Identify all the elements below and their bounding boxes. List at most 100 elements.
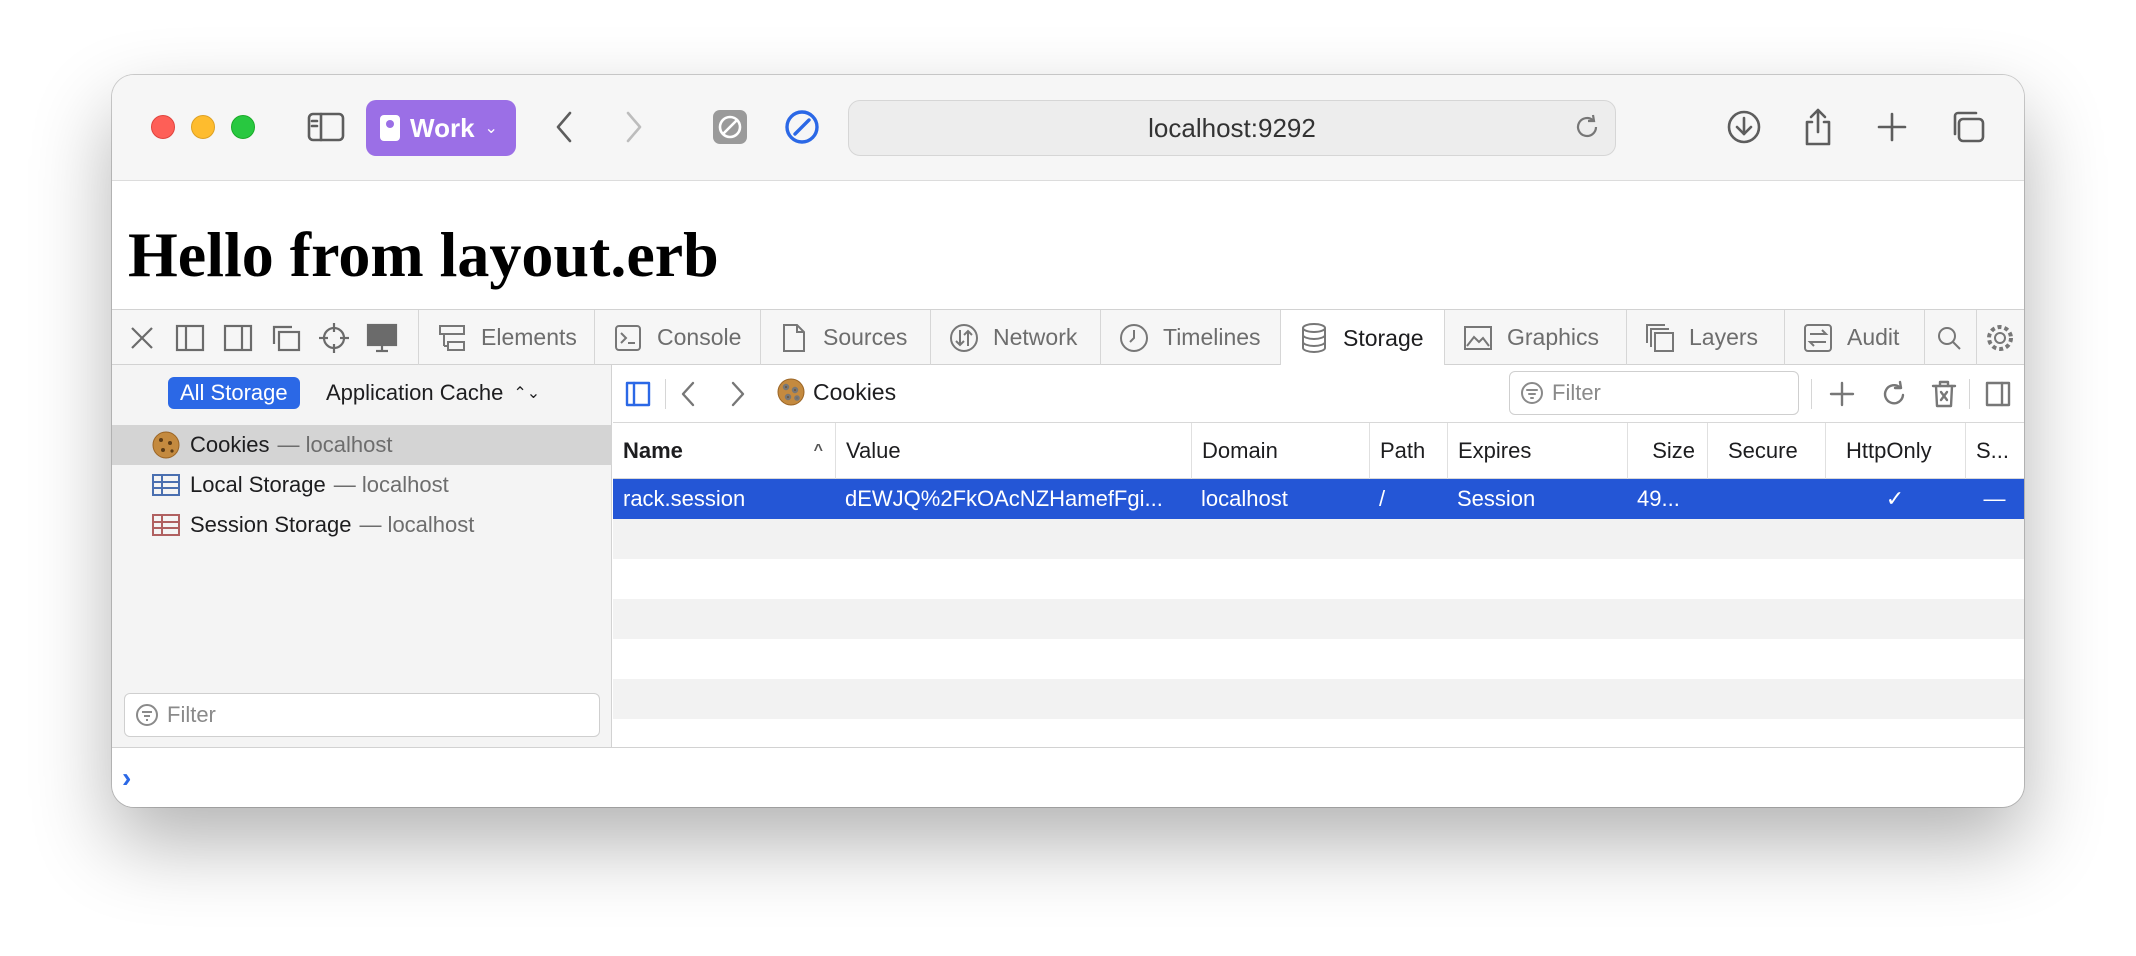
column-header-secure[interactable]: Secure bbox=[1707, 423, 1825, 479]
column-header-httponly[interactable]: HttpOnly bbox=[1825, 423, 1965, 479]
table-icon bbox=[152, 511, 180, 539]
elements-icon bbox=[437, 323, 467, 353]
breadcrumb[interactable]: Cookies bbox=[777, 378, 896, 406]
cell-expires: Session bbox=[1457, 486, 1536, 511]
chevron-updown-icon: ⌃⌄ bbox=[513, 385, 541, 402]
audit-icon bbox=[1803, 323, 1833, 353]
cookie-icon bbox=[152, 431, 180, 459]
profile-button[interactable]: Work ⌄ bbox=[366, 100, 516, 156]
tab-graphics[interactable]: Graphics bbox=[1444, 310, 1626, 365]
download-icon[interactable] bbox=[1722, 107, 1766, 147]
devtools-tab-bar: Elements Console Sources Network Timelin… bbox=[112, 309, 2024, 366]
sidebar-filter-input[interactable]: Filter bbox=[124, 693, 600, 737]
tab-label: Audit bbox=[1847, 324, 1900, 350]
tab-overview-icon[interactable] bbox=[1946, 107, 1990, 147]
content-navigation-bar: Cookies Filter bbox=[613, 365, 2024, 423]
table-row[interactable]: rack.session dEWJQ%2FkOAcNZHamefFgi... l… bbox=[613, 479, 2024, 519]
tab-label: Console bbox=[657, 324, 742, 350]
tab-audit[interactable]: Audit bbox=[1784, 310, 1924, 365]
close-window-button[interactable] bbox=[151, 115, 175, 139]
sidebar-item-session-storage[interactable]: Session Storage — localhost bbox=[112, 505, 612, 545]
forward-icon[interactable] bbox=[719, 375, 757, 413]
toggle-details-sidebar-icon[interactable] bbox=[1979, 375, 2017, 413]
tab-label: Sources bbox=[823, 324, 908, 350]
graphics-icon bbox=[1463, 323, 1493, 353]
column-header-expires[interactable]: Expires bbox=[1447, 423, 1627, 479]
settings-button[interactable] bbox=[1976, 310, 2024, 365]
sidebar-item-local-storage[interactable]: Local Storage — localhost bbox=[112, 465, 612, 505]
sidebar-toggle-icon[interactable] bbox=[304, 107, 348, 147]
gear-icon bbox=[1985, 323, 2015, 353]
device-settings-icon[interactable] bbox=[362, 318, 402, 358]
dock-side-icon[interactable] bbox=[218, 318, 258, 358]
profile-icon bbox=[380, 115, 400, 141]
column-header-size[interactable]: Size bbox=[1627, 423, 1707, 479]
column-header-domain[interactable]: Domain bbox=[1191, 423, 1369, 479]
console-prompt-area[interactable]: › bbox=[112, 747, 2024, 807]
column-label: Path bbox=[1380, 438, 1426, 463]
element-picker-icon[interactable] bbox=[314, 318, 354, 358]
tab-label: Network bbox=[993, 324, 1078, 350]
address-text: localhost:9292 bbox=[1148, 112, 1316, 143]
tab-elements[interactable]: Elements bbox=[418, 310, 594, 365]
zoom-window-button[interactable] bbox=[231, 115, 255, 139]
forward-icon[interactable] bbox=[612, 107, 656, 147]
address-bar[interactable]: localhost:9292 bbox=[848, 100, 1616, 156]
cell-path: / bbox=[1379, 486, 1386, 511]
filter-placeholder: Filter bbox=[1552, 380, 1601, 405]
scope-label: Application Cache bbox=[326, 380, 504, 405]
breadcrumb-label: Cookies bbox=[813, 378, 897, 405]
column-header-path[interactable]: Path bbox=[1369, 423, 1447, 479]
tab-network[interactable]: Network bbox=[930, 310, 1100, 365]
cell-httponly: ✓ bbox=[1885, 486, 1905, 511]
dock-bottom-icon[interactable] bbox=[170, 318, 210, 358]
reload-icon[interactable] bbox=[1573, 113, 1601, 148]
cell-domain: localhost bbox=[1201, 486, 1288, 511]
empty-row bbox=[613, 679, 2024, 719]
empty-row bbox=[613, 519, 2024, 559]
tab-timelines[interactable]: Timelines bbox=[1100, 310, 1280, 365]
new-tab-icon[interactable] bbox=[1870, 107, 1914, 147]
column-label: Value bbox=[846, 438, 901, 463]
tab-layers[interactable]: Layers bbox=[1626, 310, 1784, 365]
column-label: Secure bbox=[1728, 438, 1798, 463]
sidebar-item-cookies[interactable]: Cookies — localhost bbox=[112, 425, 612, 465]
close-devtools-icon[interactable] bbox=[122, 318, 162, 358]
minimize-window-button[interactable] bbox=[191, 115, 215, 139]
column-header-name[interactable]: Name ^ bbox=[613, 423, 835, 479]
tab-label: Layers bbox=[1689, 324, 1759, 350]
search-button[interactable] bbox=[1924, 310, 1976, 365]
scope-all-storage[interactable]: All Storage bbox=[168, 377, 300, 409]
toggle-navigation-sidebar-icon[interactable] bbox=[619, 375, 657, 413]
tab-sources[interactable]: Sources bbox=[760, 310, 930, 365]
cookie-table-header: Name ^ Value Domain Path Expires Size Se… bbox=[613, 423, 2024, 479]
timelines-icon bbox=[1119, 323, 1149, 353]
column-header-value[interactable]: Value bbox=[835, 423, 1191, 479]
cookie-filter-input[interactable]: Filter bbox=[1509, 371, 1799, 415]
network-icon bbox=[949, 323, 979, 353]
refresh-icon[interactable] bbox=[1875, 375, 1913, 413]
sidebar-item-label: Local Storage bbox=[190, 472, 326, 497]
column-label: Expires bbox=[1458, 438, 1532, 463]
cell-value: dEWJQ%2FkOAcNZHamefFgi... bbox=[845, 486, 1163, 511]
column-header-samesite[interactable]: S... bbox=[1965, 423, 2024, 479]
back-icon[interactable] bbox=[669, 375, 707, 413]
filter-placeholder: Filter bbox=[167, 702, 216, 727]
sidebar-item-domain: — localhost bbox=[277, 432, 393, 457]
add-cookie-icon[interactable] bbox=[1823, 375, 1861, 413]
share-icon[interactable] bbox=[1796, 107, 1840, 147]
clear-all-icon[interactable] bbox=[1925, 375, 1963, 413]
privacy-block-icon[interactable] bbox=[780, 107, 824, 147]
column-label: Name bbox=[623, 438, 683, 463]
tab-console[interactable]: Console bbox=[594, 310, 760, 365]
sidebar-item-domain: — localhost bbox=[359, 512, 475, 537]
undock-icon[interactable] bbox=[266, 318, 306, 358]
sidebar-item-domain: — localhost bbox=[333, 472, 449, 497]
divider bbox=[665, 379, 666, 409]
content-blocker-icon[interactable] bbox=[708, 107, 752, 147]
column-label: HttpOnly bbox=[1846, 438, 1932, 463]
tab-storage[interactable]: Storage bbox=[1280, 310, 1444, 366]
sidebar-item-label: Session Storage bbox=[190, 512, 352, 537]
back-icon[interactable] bbox=[542, 107, 586, 147]
scope-application-cache[interactable]: Application Cache ⌃⌄ bbox=[326, 377, 540, 409]
